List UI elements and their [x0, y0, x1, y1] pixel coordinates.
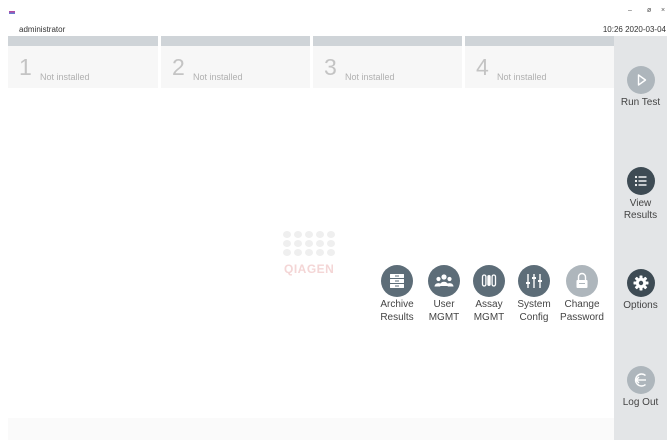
sidebar-label: Run Test [620, 97, 661, 108]
logout-icon [626, 366, 655, 394]
module-status: Not installed [40, 72, 90, 82]
module-number: 3 [324, 54, 337, 80]
title-bar: administrator – ø × 10:26 2020-03-04 [0, 0, 667, 36]
qiagen-watermark: QIAGEN [283, 231, 337, 276]
current-user: administrator [19, 25, 66, 34]
assay-tubes-icon [473, 265, 505, 297]
archive-icon [381, 265, 413, 297]
tab-module-4[interactable]: 4 Not installed [465, 36, 614, 88]
module-status: Not installed [193, 72, 243, 82]
run-test-button[interactable]: Run Test [614, 66, 667, 109]
module-number: 1 [19, 54, 32, 80]
sidebar-label: View Results [623, 198, 658, 221]
lock-icon [566, 265, 598, 297]
play-icon [626, 66, 655, 94]
module-status: Not installed [497, 72, 547, 82]
close-button[interactable]: × [661, 7, 665, 15]
options-button[interactable]: Options [614, 269, 667, 312]
logo-dots [283, 231, 337, 256]
change-password-button[interactable]: Change Password [553, 265, 611, 324]
module-number: 4 [476, 54, 489, 80]
gear-icon [626, 269, 655, 297]
minimize-button[interactable]: – [628, 7, 632, 15]
tab-module-3[interactable]: 3 Not installed [313, 36, 462, 88]
app-icon [9, 11, 15, 14]
sliders-icon [518, 265, 550, 297]
module-number: 2 [172, 54, 185, 80]
users-icon [428, 265, 460, 297]
qiagen-logo-text: QIAGEN [284, 262, 335, 276]
module-status: Not installed [345, 72, 395, 82]
log-out-button[interactable]: Log Out [614, 366, 667, 409]
main-footer [8, 418, 614, 440]
option-label: Change Password [560, 299, 604, 323]
sidebar-label: Options [623, 300, 658, 311]
tab-module-2[interactable]: 2 Not installed [161, 36, 310, 88]
list-icon [626, 167, 655, 195]
tab-module-1[interactable]: 1 Not installed [8, 36, 158, 88]
sidebar: Run Test View Results Options Log Out [614, 36, 667, 440]
view-results-button[interactable]: View Results [614, 167, 667, 222]
sidebar-label: Log Out [622, 397, 659, 408]
date-time: 10:26 2020-03-04 [602, 25, 666, 34]
maximize-button[interactable]: ø [647, 7, 651, 15]
